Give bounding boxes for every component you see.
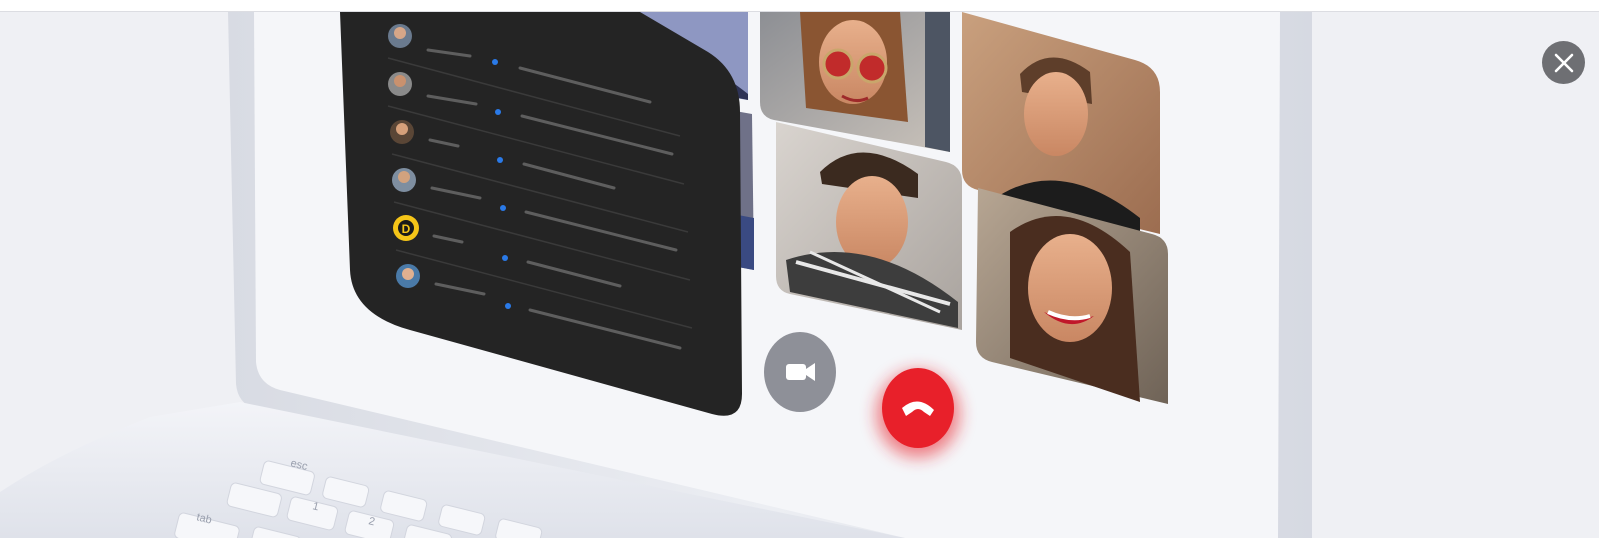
close-button[interactable] — [1542, 41, 1585, 84]
page: esc tab 1 2 D — [0, 0, 1599, 538]
laptop-video-call-illustration: esc tab 1 2 D — [0, 12, 1312, 538]
close-icon — [1554, 53, 1573, 72]
top-bar — [0, 0, 1599, 12]
video-camera-button[interactable] — [764, 332, 836, 412]
letter-avatar-text: D — [402, 222, 411, 236]
